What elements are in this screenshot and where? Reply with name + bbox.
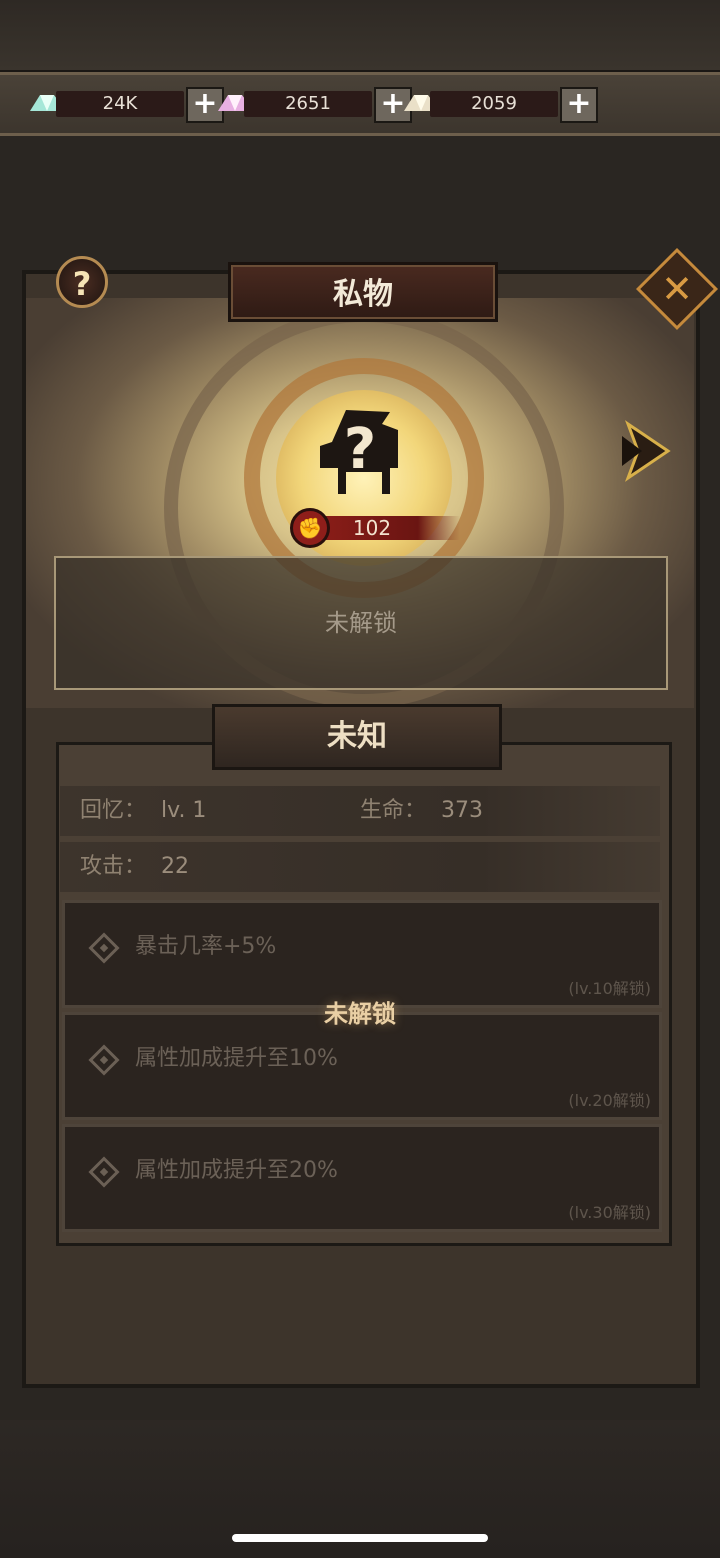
hp-stat: 生命： 373 [360, 786, 483, 836]
diamond-icon [88, 932, 120, 964]
stat-row-2: 攻击： 22 [60, 842, 660, 892]
stat-row-1: 回忆： lv. 1 生命： 373 [60, 786, 660, 836]
diamond-icon [88, 1156, 120, 1188]
top-bar [0, 0, 720, 72]
skill-unlock-requirement: (lv.20解锁) [568, 1091, 651, 1110]
skill-description: 属性加成提升至10% [135, 1046, 338, 1071]
add-crystal-white-button[interactable]: + [560, 87, 598, 123]
locked-status-text: 未解锁 [325, 609, 397, 637]
skill-unlock-requirement: (lv.30解锁) [568, 1203, 651, 1222]
memory-label: 回忆： [80, 798, 147, 823]
skill-description: 暴击几率+5% [135, 934, 277, 959]
item-name: 未知 [212, 704, 502, 770]
piano-silhouette-icon: ? [320, 410, 398, 494]
diamond-icon [88, 1044, 120, 1076]
resource-value: 2651 [244, 91, 372, 117]
hp-label: 生命： [360, 798, 427, 823]
attack-label: 攻击： [80, 854, 147, 879]
skill-description: 属性加成提升至20% [135, 1158, 338, 1183]
locked-status-box: 未解锁 [54, 556, 668, 690]
page-title: 私物 [228, 262, 498, 322]
attack-value: 22 [161, 854, 190, 879]
resource-value: 2059 [430, 91, 558, 117]
power-value: 102 [352, 516, 392, 540]
attack-stat: 攻击： 22 [80, 842, 189, 892]
close-icon: ✕ [661, 267, 693, 311]
hp-value: 373 [441, 798, 484, 823]
skill-slot-1: 暴击几率+5% (lv.10解锁) [62, 900, 662, 1008]
resource-value: 24K [56, 91, 184, 117]
power-indicator: ✊ 102 [290, 508, 460, 548]
skills-locked-label: 未解锁 [324, 1000, 396, 1028]
home-indicator[interactable] [232, 1534, 488, 1542]
memory-value: lv. 1 [161, 798, 207, 823]
resource-bar: 24K + 2651 + 2059 + [0, 72, 720, 136]
skill-slot-3: 属性加成提升至20% (lv.30解锁) [62, 1124, 662, 1232]
unknown-mark-icon: ? [344, 417, 376, 482]
help-button[interactable]: ? [56, 256, 108, 308]
memory-stat: 回忆： lv. 1 [80, 786, 206, 836]
next-item-arrow-icon[interactable] [620, 416, 676, 486]
